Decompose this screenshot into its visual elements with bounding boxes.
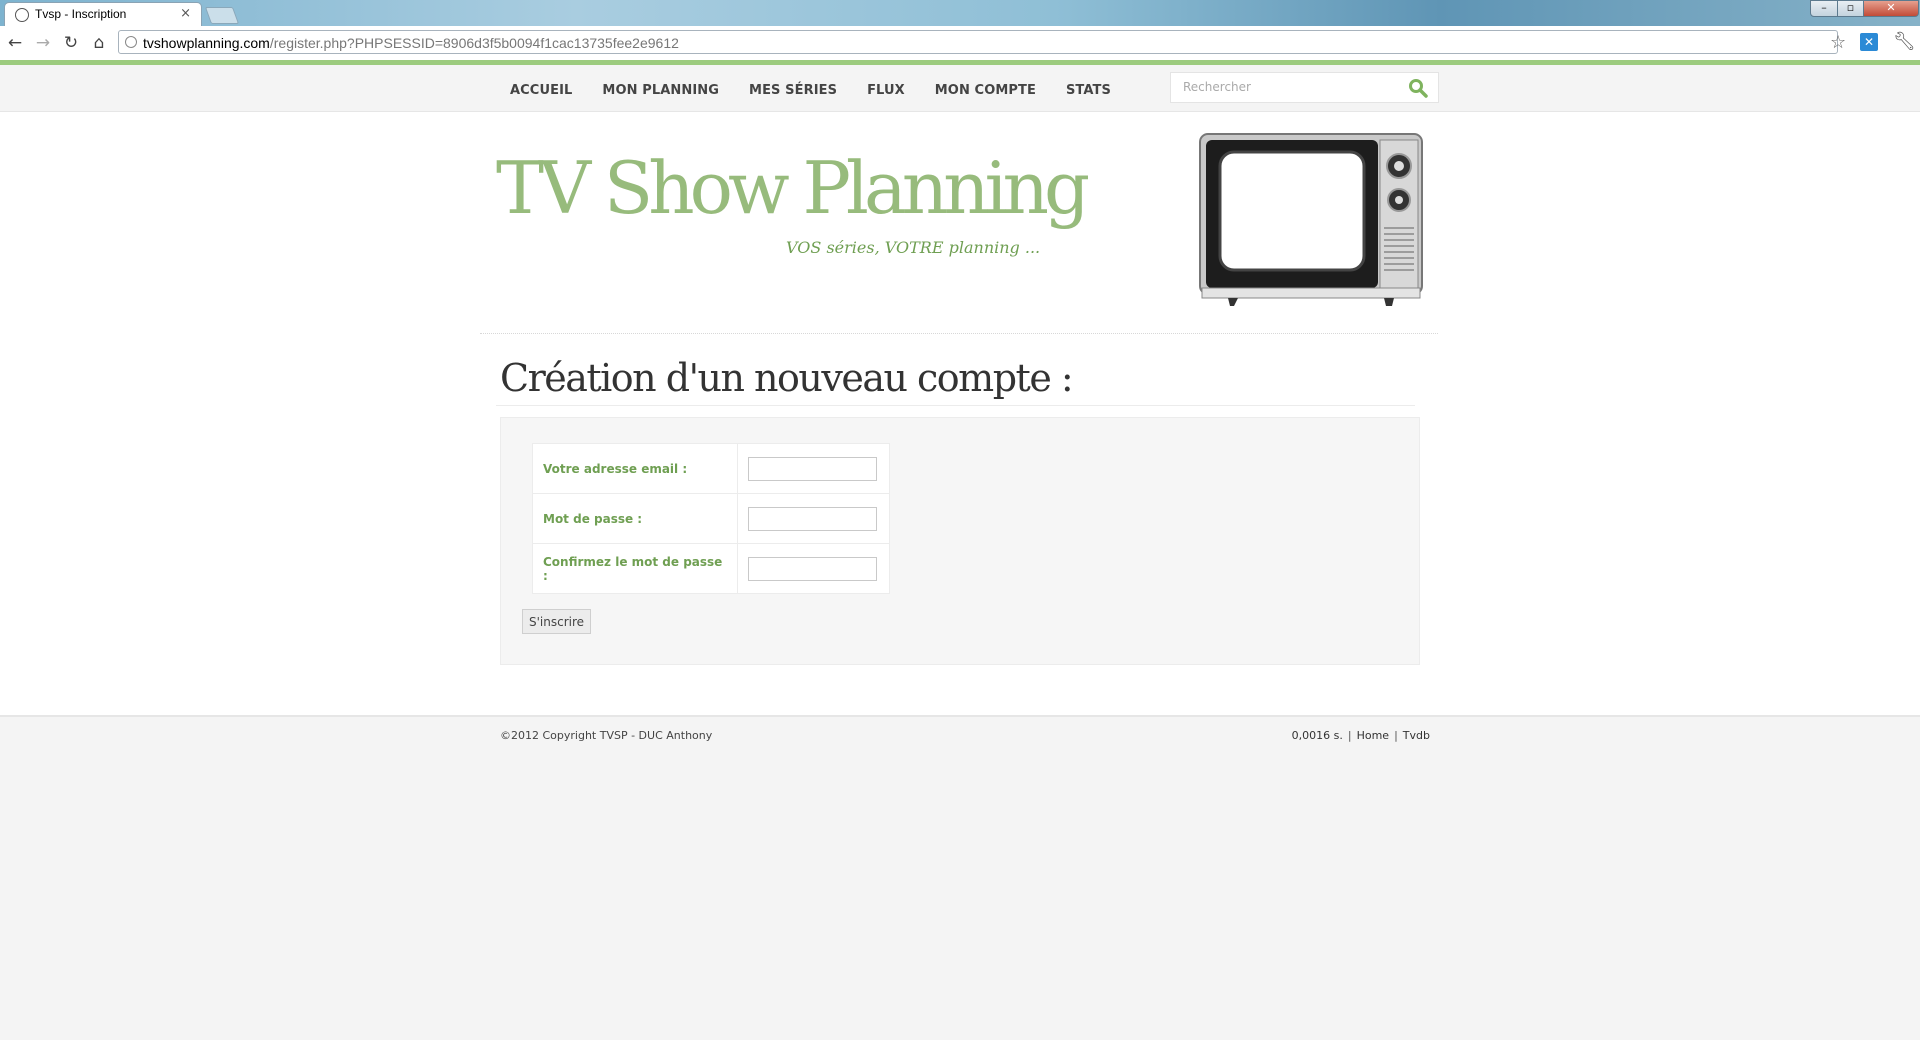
menu-item-mon-compte[interactable]: MON COMPTE <box>935 83 1036 98</box>
tab-close-icon[interactable]: × <box>180 6 191 21</box>
forward-icon[interactable]: → <box>32 32 54 54</box>
url-host: tvshowplanning.com <box>143 35 270 51</box>
new-tab-button[interactable] <box>204 7 240 24</box>
main-content: TV Show Planning VOS séries, VOTRE plann… <box>0 112 1920 715</box>
wrench-icon[interactable]: 🔧︎ <box>1893 31 1916 52</box>
page-info-icon[interactable] <box>125 36 137 48</box>
search-box <box>1170 72 1439 103</box>
home-icon[interactable]: ⌂ <box>88 32 110 54</box>
extension-icon[interactable]: ✕ <box>1860 33 1878 51</box>
top-navigation: ACCUEIL MON PLANNING MES SÉRIES FLUX MON… <box>0 65 1920 112</box>
minimize-button[interactable]: – <box>1810 0 1838 17</box>
search-icon[interactable] <box>1408 78 1428 98</box>
close-window-button[interactable]: ✕ <box>1863 0 1919 17</box>
footer-link-home[interactable]: Home <box>1357 729 1389 742</box>
globe-icon <box>15 8 29 22</box>
menu-item-flux[interactable]: FLUX <box>867 83 905 98</box>
menu-item-mon-planning[interactable]: MON PLANNING <box>602 83 719 98</box>
page-title: Création d'un nouveau compte : <box>500 356 1074 400</box>
url-text: tvshowplanning.com/register.php?PHPSESSI… <box>143 35 679 51</box>
footer-link-tvdb[interactable]: Tvdb <box>1403 729 1430 742</box>
footer-separator: | <box>1394 729 1398 742</box>
password-label: Mot de passe : <box>532 493 738 544</box>
title-divider <box>496 405 1415 406</box>
footer-separator: | <box>1347 729 1352 742</box>
back-icon[interactable]: ← <box>4 32 26 54</box>
form-row-password: Mot de passe : <box>532 493 890 544</box>
menu-item-mes-series[interactable]: MES SÉRIES <box>749 83 837 98</box>
render-time: 0,0016 s. <box>1291 729 1343 742</box>
url-path: /register.php?PHPSESSID=8906d3f5b0094f1c… <box>269 35 679 51</box>
star-icon[interactable]: ☆ <box>1830 32 1846 53</box>
tab-title: Tvsp - Inscription <box>35 7 127 21</box>
address-bar[interactable]: tvshowplanning.com/register.php?PHPSESSI… <box>118 30 1838 54</box>
maximize-button[interactable]: ▫ <box>1837 0 1864 17</box>
footer-links: 0,0016 s. | Home | Tvdb <box>1292 729 1430 742</box>
browser-toolbar: ← → ↻ ⌂ tvshowplanning.com/register.php?… <box>0 26 1920 65</box>
registration-table: Votre adresse email : Mot de passe : Con… <box>532 443 890 594</box>
email-field[interactable] <box>748 456 877 481</box>
browser-tabstrip: Tvsp - Inscription × – ▫ ✕ <box>0 0 1920 26</box>
menu-item-accueil[interactable]: ACCUEIL <box>510 83 572 98</box>
header-divider <box>480 333 1438 334</box>
site-logo[interactable]: TV Show Planning <box>496 152 1090 224</box>
browser-tab[interactable]: Tvsp - Inscription × <box>4 2 202 26</box>
window-controls: – ▫ ✕ <box>1810 0 1920 18</box>
television-illustration <box>1199 133 1423 306</box>
form-row-confirm-password: Confirmez le mot de passe : <box>532 543 890 594</box>
reload-icon[interactable]: ↻ <box>60 32 82 54</box>
register-button[interactable]: S'inscrire <box>522 609 592 634</box>
password-field[interactable] <box>748 506 877 531</box>
menu-item-stats[interactable]: STATS <box>1066 83 1111 98</box>
main-menu: ACCUEIL MON PLANNING MES SÉRIES FLUX MON… <box>510 83 1141 98</box>
confirm-password-label: Confirmez le mot de passe : <box>532 543 738 594</box>
registration-form: Votre adresse email : Mot de passe : Con… <box>500 417 1420 665</box>
form-row-email: Votre adresse email : <box>532 443 890 494</box>
copyright-text: ©2012 Copyright TVSP - DUC Anthony <box>500 729 713 742</box>
footer-divider <box>0 715 1920 717</box>
confirm-password-field[interactable] <box>748 556 877 581</box>
web-page: ACCUEIL MON PLANNING MES SÉRIES FLUX MON… <box>0 65 1920 1040</box>
site-tagline: VOS séries, VOTRE planning ... <box>786 238 1041 257</box>
email-label: Votre adresse email : <box>532 443 738 494</box>
search-input[interactable] <box>1181 79 1405 95</box>
